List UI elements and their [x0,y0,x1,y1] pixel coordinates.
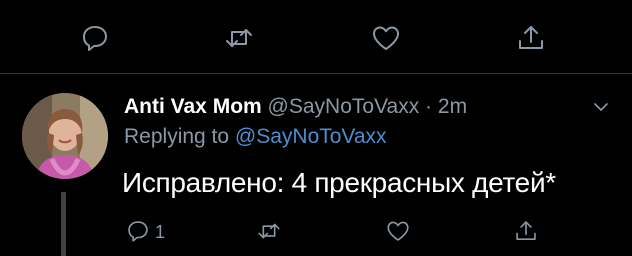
thread-line [61,192,66,256]
share-icon[interactable] [515,22,547,54]
replying-prefix: Replying to [124,125,230,148]
separator-dot: · [425,95,433,118]
tweet-header: Anti Vax Mom @SayNoToVaxx · 2m [124,94,467,120]
chevron-down-icon[interactable] [592,98,610,116]
like-heart-icon[interactable] [370,22,402,54]
retweet-icon[interactable] [256,218,282,244]
author-name[interactable]: Anti Vax Mom [124,95,262,118]
tweet-divider [0,73,632,74]
author-handle[interactable]: @SayNoToVaxx [268,95,420,118]
reply-icon[interactable] [79,22,111,54]
retweet-icon[interactable] [223,22,255,54]
share-icon[interactable] [513,218,539,244]
replying-mention-link[interactable]: @SayNoToVaxx [235,125,387,148]
reply-icon[interactable] [125,218,151,244]
avatar[interactable] [22,93,108,179]
timestamp[interactable]: 2m [438,95,467,118]
replying-to: Replying to @SayNoToVaxx [124,124,387,150]
like-heart-icon[interactable] [385,218,411,244]
tweet-text: Исправлено: 4 прекрасных детей* [122,167,556,198]
reply-count: 1 [155,222,166,242]
